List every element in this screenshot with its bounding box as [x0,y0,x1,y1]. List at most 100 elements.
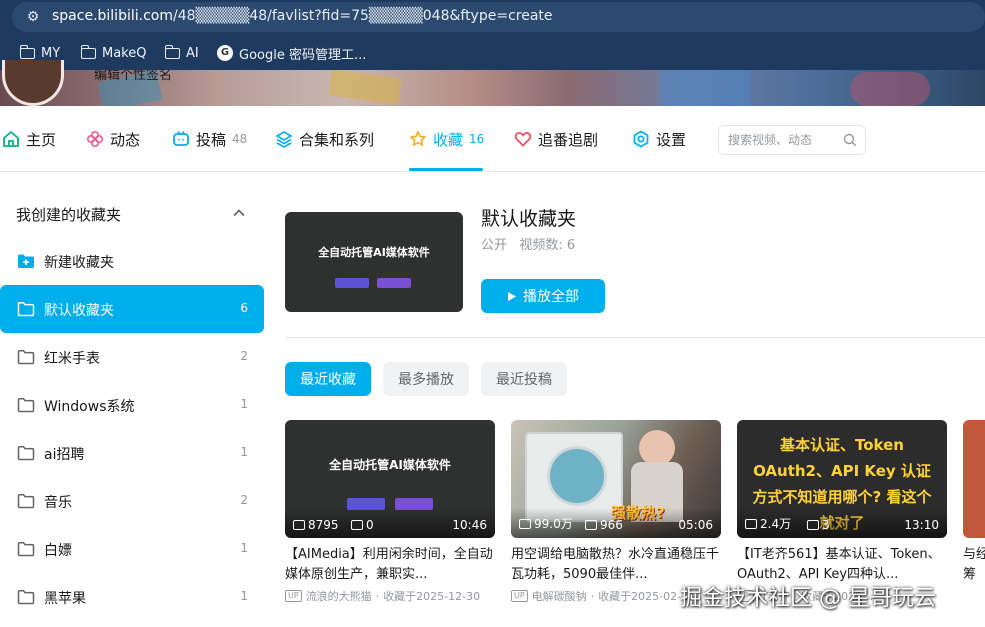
play-count-value: 2.4万 [760,517,792,531]
sidebar-item-folder[interactable]: 红米手表 2 [0,333,264,381]
sidebar-item-folder[interactable]: 音乐 2 [0,477,264,525]
folder-icon [164,44,180,59]
nav-tab-home[interactable]: 主页 [2,128,56,150]
nav-tab-uploads[interactable]: 投稿 48 [172,128,247,150]
danmaku-value: 0 [366,518,374,532]
video-title[interactable]: 与经谋筹 [963,545,985,585]
sidebar-item-new-folder[interactable]: 新建收藏夹 [0,237,264,285]
nav-label: 收藏 [433,130,464,149]
address-bar[interactable]: ⚙ space.bilibili.com/48▒▒▒▒▒48/favlist?f… [12,2,985,32]
tv-icon [173,131,189,146]
thumbnail-text: 全自动托管AI媒体软件 [329,458,451,472]
video-thumbnail[interactable] [963,420,985,538]
sidebar-item-folder[interactable]: 黑苹果 1 [0,573,264,621]
danmaku-count: 3 [807,518,830,532]
bookmark-makeq[interactable]: MakeQ [80,42,147,64]
folder-icon [17,398,35,413]
folder-icon [17,494,35,509]
folder-icon [19,44,35,59]
danmaku-icon [585,520,597,530]
sidebar-item-count: 2 [240,349,248,363]
search-icon[interactable] [843,133,857,147]
sidebar-item-folder[interactable]: ai招聘 1 [0,429,264,477]
play-count-icon [519,518,531,529]
nav-tab-collections[interactable]: 合集和系列 [275,128,374,150]
video-title[interactable]: 用空调给电脑散热？水冷直通稳压千瓦功耗，5090最佳伴... [511,545,721,585]
folder-icon [17,302,35,317]
folder-icon [80,44,96,59]
play-count-value: 99.0万 [534,517,573,531]
sidebar-item-folder[interactable]: 白嫖 1 [0,525,264,573]
favlist-title: 默认收藏夹 [481,208,577,230]
space-nav: 主页 动态 投稿 48 合集和系列 收藏 16 追番追剧 设置 [0,106,985,172]
star-icon [410,131,426,146]
up-icon: UP [511,590,528,602]
tab-most-played[interactable]: 最多播放 [383,362,469,396]
browser-toolbar: ⚙ space.bilibili.com/48▒▒▒▒▒48/favlist?f… [0,0,985,70]
add-folder-icon [18,254,34,268]
nav-tab-dynamic[interactable]: 动态 [86,128,140,150]
favlist-cover[interactable]: 全自动托管AI媒体软件 [285,212,463,312]
pinwheel-icon [86,130,104,148]
video-meta: UP 流浪的大熊猫 · 收藏于2025-12-30 [285,588,495,604]
profile-signature[interactable]: 编辑个性签名 [94,70,172,82]
space-search [718,125,866,155]
nav-label: 主页 [26,130,57,149]
play-count: 99.0万 [519,515,573,532]
danmaku-count: 0 [351,518,374,532]
cover-text: 全自动托管AI媒体软件 [318,246,430,259]
google-icon: G [217,45,233,61]
heart-icon [514,132,532,147]
video-thumbnail[interactable]: 基本认证、Token OAuth2、API Key 认证方式不知道用哪个? 看这… [737,420,947,538]
sidebar-item-count: 1 [240,445,248,459]
video-title[interactable]: 【AIMedia】利用闲余时间，全自动媒体原创生产，兼职实... [285,545,495,585]
nav-count: 48 [232,132,248,146]
video-card[interactable]: 与经谋筹 [963,420,985,627]
video-thumbnail[interactable]: 全自动托管AI媒体软件 8795 0 10:46 [285,420,495,538]
sidebar-item-default-folder[interactable]: 默认收藏夹 6 [0,285,264,333]
play-count-value: 8795 [308,518,339,532]
gear-icon [633,130,649,148]
favlist-visibility: 公开 [481,238,508,253]
video-thumbnail[interactable]: 强散热? 99.0万 966 05:06 [511,420,721,538]
sidebar-item-count: 1 [240,541,248,555]
sidebar-item-folder[interactable]: Windows系统 1 [0,381,264,429]
folder-icon [17,542,35,557]
bookmark-ai[interactable]: AI [164,42,199,64]
play-all-button[interactable]: 播放全部 [481,279,605,313]
watermark: 掘金技术社区 @ 星哥玩云 [680,586,936,611]
search-input[interactable] [728,131,838,149]
fav-time: 收藏于2025-12-30 [383,590,481,603]
video-title[interactable]: 【IT老齐561】基本认证、Token、OAuth2、API Key四种认... [737,545,947,585]
up-name[interactable]: 流浪的大熊猫 [306,588,372,604]
site-settings-icon[interactable]: ⚙ [24,8,42,26]
bookmark-label: Google 密码管理工... [239,47,367,63]
nav-count: 16 [469,132,485,146]
nav-tab-bangumi[interactable]: 追番追剧 [514,128,598,150]
play-count-icon [293,520,305,530]
danmaku-icon [807,520,819,530]
nav-tab-favorites[interactable]: 收藏 16 [409,128,484,150]
danmaku-value: 3 [822,518,830,532]
tab-recent-fav[interactable]: 最近收藏 [285,362,371,396]
nav-label: 动态 [110,130,141,149]
bookmark-google-password[interactable]: G Google 密码管理工... [217,42,366,64]
sidebar-item-count: 1 [240,589,248,603]
danmaku-icon [351,520,363,530]
folder-icon [17,590,35,605]
url-text[interactable]: space.bilibili.com/48▒▒▒▒▒48/favlist?fid… [52,8,553,24]
chevron-up-icon[interactable] [232,206,246,220]
favlist-video-count: 视频数: 6 [519,238,576,253]
play-count: 8795 [293,518,339,532]
tab-recent-upload[interactable]: 最近投稿 [481,362,567,396]
nav-tab-settings[interactable]: 设置 [632,128,686,150]
danmaku-count: 966 [585,518,623,532]
bookmark-label: MakeQ [102,45,147,61]
fav-time: 收藏于2025-02-... [598,590,692,603]
up-name[interactable]: 电解碳酸钠 [532,588,587,604]
layers-icon [275,131,293,148]
sidebar-item-label: 默认收藏夹 [44,303,114,319]
sidebar-heading[interactable]: 我创建的收藏夹 [16,204,121,225]
video-card[interactable]: 全自动托管AI媒体软件 8795 0 10:46 【AIMedia】利用闲余时间… [285,420,495,627]
nav-label: 设置 [656,130,687,149]
